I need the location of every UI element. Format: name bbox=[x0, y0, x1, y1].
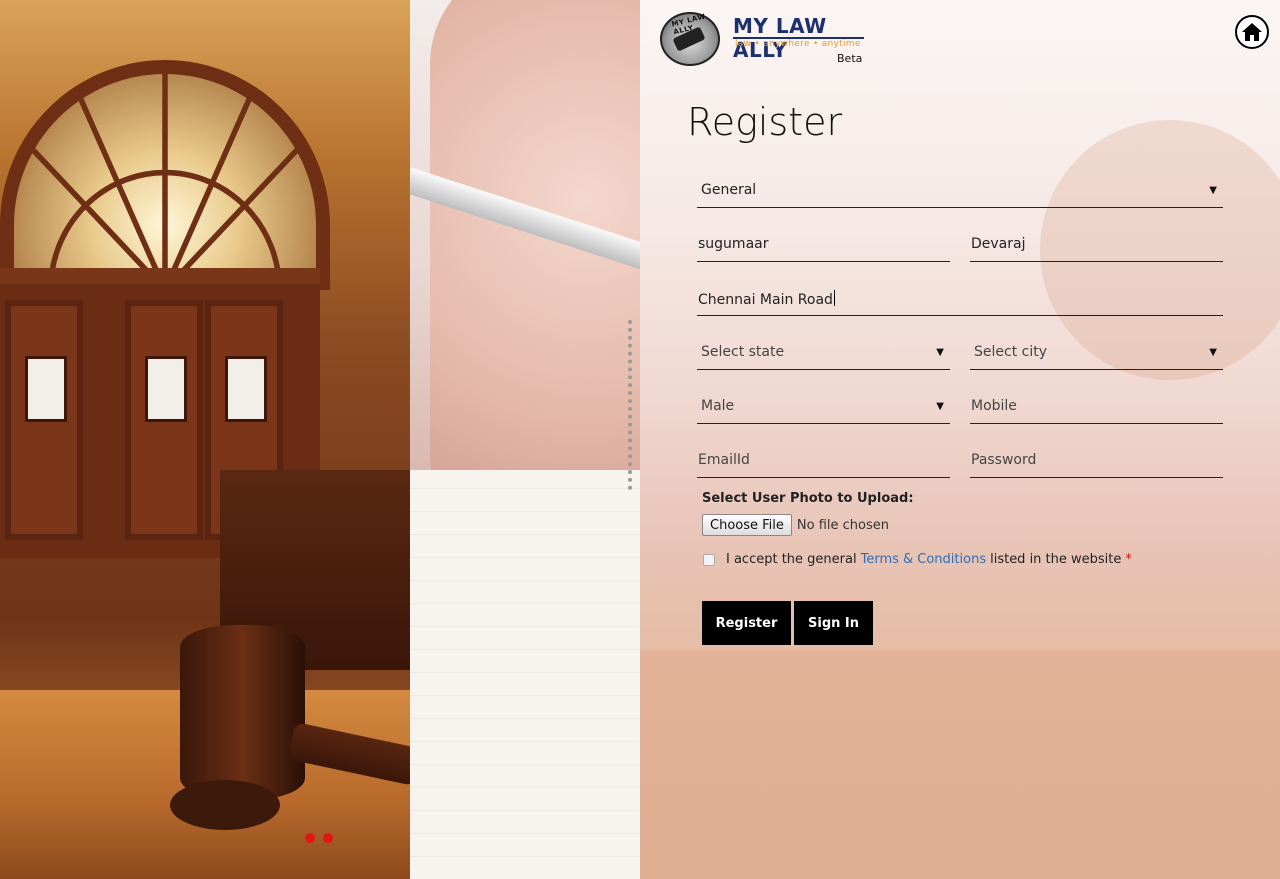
upload-label: Select User Photo to Upload: bbox=[702, 491, 914, 506]
choose-file-button[interactable]: Choose File bbox=[702, 514, 792, 536]
home-icon bbox=[1242, 23, 1262, 41]
required-marker: * bbox=[1125, 552, 1132, 567]
dropdown-arrow-icon: ▼ bbox=[936, 347, 944, 358]
logo-tagline: law • anywhere • anytime bbox=[735, 39, 861, 49]
mobile-input[interactable]: Mobile bbox=[970, 396, 1223, 424]
city-select[interactable]: Select city ▼ bbox=[970, 342, 1223, 370]
file-status: No file chosen bbox=[796, 517, 889, 533]
slider-dot[interactable] bbox=[305, 833, 315, 843]
terms-checkbox[interactable] bbox=[703, 553, 715, 566]
first-name-input[interactable]: sugumaar bbox=[697, 234, 950, 262]
hand-pen-photo bbox=[410, 0, 640, 879]
text-cursor bbox=[833, 290, 835, 306]
dropdown-arrow-icon: ▼ bbox=[1209, 347, 1217, 358]
home-button[interactable] bbox=[1235, 15, 1269, 49]
terms-link[interactable]: Terms & Conditions bbox=[861, 552, 987, 567]
gavel-base bbox=[170, 780, 280, 830]
user-type-select[interactable]: General ▼ bbox=[697, 180, 1223, 208]
slider-dot[interactable] bbox=[323, 833, 333, 843]
file-upload: Choose File No file chosen bbox=[702, 514, 889, 536]
slider-dots bbox=[305, 833, 333, 843]
paper bbox=[410, 470, 640, 879]
courtroom-photo bbox=[0, 0, 410, 879]
page-title: Register bbox=[687, 100, 843, 144]
terms-row: I accept the general Terms & Conditions … bbox=[703, 552, 1132, 567]
door bbox=[125, 300, 203, 540]
arch-window bbox=[0, 60, 330, 290]
last-name-input[interactable]: Devaraj bbox=[970, 234, 1223, 262]
site-logo[interactable]: MY LAW ALLY MY LAW ALLY law • anywhere •… bbox=[660, 12, 870, 68]
scale-chain bbox=[628, 320, 640, 490]
register-button[interactable]: Register bbox=[702, 601, 791, 645]
dropdown-arrow-icon: ▼ bbox=[936, 401, 944, 412]
beta-badge: Beta bbox=[837, 52, 863, 65]
dropdown-arrow-icon: ▼ bbox=[1209, 185, 1217, 196]
state-select[interactable]: Select state ▼ bbox=[697, 342, 950, 370]
logo-seal-icon: MY LAW ALLY bbox=[660, 12, 720, 66]
gender-select[interactable]: Male ▼ bbox=[697, 396, 950, 424]
door bbox=[5, 300, 83, 540]
password-input[interactable]: Password bbox=[970, 450, 1223, 478]
address-input[interactable]: Chennai Main Road bbox=[697, 288, 1223, 316]
sign-in-button[interactable]: Sign In bbox=[794, 601, 873, 645]
email-input[interactable]: EmailId bbox=[697, 450, 950, 478]
gavel-image bbox=[180, 625, 305, 800]
